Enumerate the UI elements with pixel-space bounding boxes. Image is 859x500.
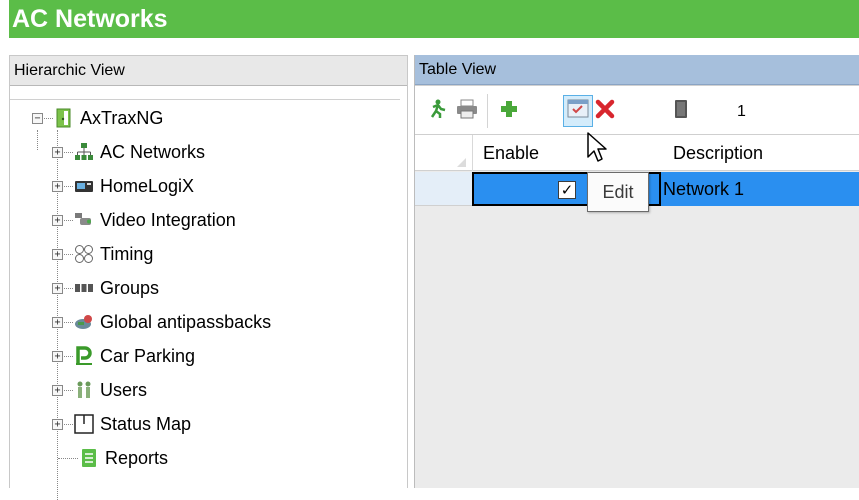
table-view-pane: Table View 1 Enable Description ✓ Networ… — [414, 55, 859, 488]
expand-toggle[interactable]: + — [52, 180, 63, 192]
video-camera-icon — [74, 210, 94, 230]
delete-button[interactable] — [591, 96, 619, 126]
description-cell[interactable]: Network 1 — [661, 172, 859, 206]
toolbar: 1 — [415, 85, 859, 135]
reports-icon — [79, 448, 99, 468]
edit-icon — [567, 98, 589, 125]
network-icon — [74, 142, 94, 162]
timing-icon — [74, 244, 94, 264]
edit-button[interactable] — [563, 95, 593, 127]
tree-root[interactable]: − AxTraxNG — [32, 102, 163, 134]
column-header-enable[interactable]: Enable — [483, 135, 539, 171]
expand-toggle[interactable]: + — [52, 316, 63, 328]
expand-toggle[interactable]: + — [52, 350, 63, 362]
add-button[interactable] — [495, 96, 523, 126]
device-icon — [673, 99, 689, 124]
tree-item-label: Timing — [100, 243, 154, 264]
tree-item-label: Global antipassbacks — [100, 311, 272, 332]
hierarchic-view-pane: Hierarchic View − AxTraxNG + AC Networks… — [9, 55, 408, 500]
tree-item-reports[interactable]: Reports — [57, 442, 168, 474]
expand-toggle[interactable]: + — [52, 282, 63, 294]
tree-item-timing[interactable]: + Timing — [52, 238, 153, 270]
tree-item-label: AC Networks — [100, 141, 206, 162]
tree-item-label: Groups — [100, 277, 160, 298]
tree-root-label: AxTraxNG — [80, 107, 164, 128]
groups-icon — [74, 278, 94, 298]
tree-item-car-parking[interactable]: + Car Parking — [52, 340, 195, 372]
tree-item-users[interactable]: + Users — [52, 374, 147, 406]
tree-item-homelogix[interactable]: + HomeLogiX — [52, 170, 194, 202]
print-button[interactable] — [453, 96, 481, 126]
expand-toggle[interactable]: + — [52, 248, 63, 260]
tree-item-groups[interactable]: + Groups — [52, 272, 159, 304]
collapse-toggle[interactable]: − — [32, 112, 43, 124]
table-view-header: Table View — [415, 55, 859, 85]
plus-icon — [499, 99, 519, 124]
expand-toggle[interactable]: + — [52, 146, 63, 158]
column-header-description[interactable]: Description — [673, 135, 763, 171]
hierarchy-tree: − AxTraxNG + AC Networks + HomeLogiX + V… — [10, 99, 400, 500]
tree-item-video-integration[interactable]: + Video Integration — [52, 204, 236, 236]
tree-item-global-antipassbacks[interactable]: + Global antipassbacks — [52, 306, 271, 338]
car-parking-icon — [74, 346, 94, 366]
hierarchic-view-header: Hierarchic View — [10, 56, 407, 86]
status-map-icon — [74, 414, 94, 434]
tree-item-label: Status Map — [100, 413, 192, 434]
tree-item-ac-networks[interactable]: + AC Networks — [52, 136, 205, 168]
door-exit-icon — [54, 108, 74, 128]
printer-icon — [456, 99, 478, 124]
window-title: AC Networks — [9, 0, 859, 38]
row-header[interactable] — [415, 172, 473, 206]
antipassback-icon — [74, 312, 94, 332]
device-button[interactable] — [667, 96, 695, 126]
select-all-corner[interactable] — [415, 135, 473, 171]
tree-item-label: HomeLogiX — [100, 175, 195, 196]
tree-item-label: Car Parking — [100, 345, 196, 366]
users-icon — [74, 380, 94, 400]
exit-icon — [427, 99, 447, 124]
expand-toggle[interactable]: + — [52, 418, 63, 430]
tree-item-label: Reports — [105, 447, 169, 468]
record-count: 1 — [737, 103, 746, 120]
mouse-cursor-icon — [587, 132, 607, 162]
tree-item-status-map[interactable]: + Status Map — [52, 408, 191, 440]
expand-toggle[interactable]: + — [52, 384, 63, 396]
tree-item-label: Video Integration — [100, 209, 236, 230]
delete-icon — [595, 99, 615, 124]
tree-item-label: Users — [100, 379, 148, 400]
expand-toggle[interactable]: + — [52, 214, 63, 226]
home-device-icon — [74, 176, 94, 196]
edit-tooltip: Edit — [587, 172, 649, 212]
enable-checkbox[interactable]: ✓ — [558, 181, 576, 199]
exit-button[interactable] — [423, 96, 451, 126]
grid-header: Enable Description — [415, 135, 859, 171]
